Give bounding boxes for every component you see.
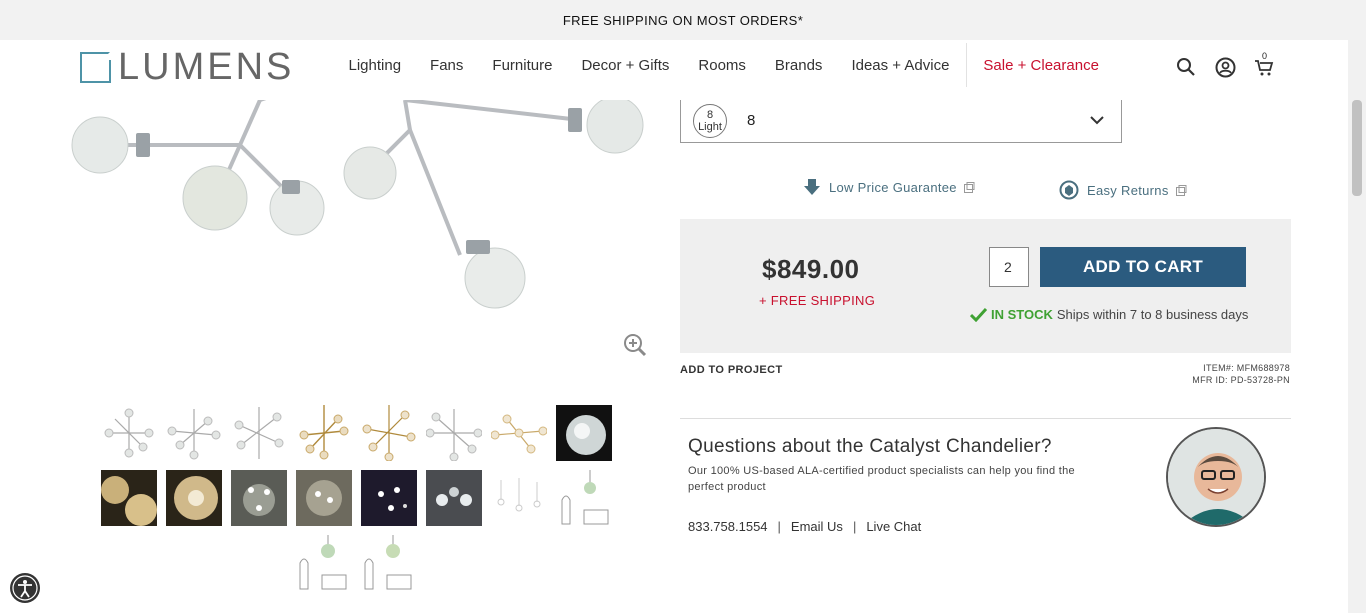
accessibility-button[interactable] xyxy=(10,573,40,603)
thumbnail[interactable] xyxy=(425,405,483,462)
in-stock-label: IN STOCK xyxy=(991,307,1053,322)
lumens-logo[interactable]: LUMENS xyxy=(80,46,295,88)
low-price-label: Low Price Guarantee xyxy=(829,179,957,195)
promo-banner: FREE SHIPPING ON MOST ORDERS* xyxy=(0,0,1366,40)
nav-item-brands[interactable]: Brands xyxy=(775,57,823,74)
nav-item-fans[interactable]: Fans xyxy=(430,57,463,74)
section-divider xyxy=(680,418,1291,419)
contact-separator: | xyxy=(852,519,857,534)
thumbnail[interactable] xyxy=(166,405,222,461)
thumbnail[interactable] xyxy=(361,405,417,462)
user-icon[interactable] xyxy=(1215,57,1236,78)
search-icon[interactable] xyxy=(1176,57,1196,77)
easy-returns-label: Easy Returns xyxy=(1087,182,1169,198)
nav-item-furniture[interactable]: Furniture xyxy=(492,57,552,74)
header-icons: 0 xyxy=(1176,51,1274,78)
nav-item-sale-clearance[interactable]: Sale + Clearance xyxy=(983,57,1099,74)
contact-separator: | xyxy=(777,519,781,534)
nav-item-ideas-advice[interactable]: Ideas + Advice xyxy=(851,57,949,74)
thumbnail[interactable] xyxy=(556,470,612,526)
mfr-id: MFR ID: PD-53728-PN xyxy=(1192,375,1290,385)
chevron-down-icon xyxy=(1089,112,1105,133)
site-header: LUMENS Lighting Fans Furniture Decor + G… xyxy=(0,40,1348,100)
external-link-icon xyxy=(1175,184,1187,196)
zoom-icon[interactable] xyxy=(623,333,647,362)
stock-status: IN STOCK Ships within 7 to 8 business da… xyxy=(970,307,1248,322)
accessibility-icon xyxy=(12,575,38,601)
promo-text: FREE SHIPPING ON MOST ORDERS* xyxy=(562,12,804,28)
phone-link[interactable]: 833.758.1554 xyxy=(688,519,768,534)
live-chat-link[interactable]: Live Chat xyxy=(866,519,921,534)
contact-links: 833.758.1554 | Email Us | Live Chat xyxy=(688,519,921,534)
thumbnail[interactable] xyxy=(296,405,352,461)
thumbnail[interactable] xyxy=(231,470,287,526)
thumbnail[interactable] xyxy=(101,405,157,461)
thumbnail[interactable] xyxy=(361,535,417,591)
item-number: ITEM#: MFM688978 xyxy=(1203,363,1290,373)
light-count-select[interactable]: 8 Light 8 xyxy=(680,100,1122,143)
checkmark-icon xyxy=(970,307,987,322)
thumbnail[interactable] xyxy=(296,470,352,526)
scrollbar-thumb[interactable] xyxy=(1352,100,1362,196)
low-price-guarantee-link[interactable]: Low Price Guarantee xyxy=(803,178,983,196)
main-nav: Lighting Fans Furniture Decor + Gifts Ro… xyxy=(334,40,1113,90)
cart-count: 0 xyxy=(1262,51,1268,61)
email-us-link[interactable]: Email Us xyxy=(791,519,843,534)
add-to-cart-button[interactable]: ADD TO CART xyxy=(1040,247,1246,287)
thumbnail[interactable] xyxy=(296,535,352,591)
questions-text: Our 100% US-based ALA-certified product … xyxy=(688,465,1075,493)
add-to-project-link[interactable]: ADD TO PROJECT xyxy=(680,364,783,376)
quantity-input[interactable]: 2 xyxy=(989,247,1029,287)
select-value: 8 xyxy=(747,112,756,129)
nav-item-rooms[interactable]: Rooms xyxy=(698,57,746,74)
page-scrollbar[interactable] xyxy=(1348,40,1366,613)
thumbnail[interactable] xyxy=(166,470,222,526)
thumbnail[interactable] xyxy=(490,405,548,461)
cart-icon[interactable]: 0 xyxy=(1254,51,1274,77)
product-main-image[interactable] xyxy=(60,100,660,370)
purchase-panel: $849.00 + FREE SHIPPING 2 ADD TO CART IN… xyxy=(680,219,1291,353)
thumbnail[interactable] xyxy=(361,470,417,526)
ships-within-text: Ships within 7 to 8 business days xyxy=(1056,307,1249,322)
thumbnail[interactable] xyxy=(101,470,157,526)
product-price: $849.00 xyxy=(762,254,860,284)
nav-item-lighting[interactable]: Lighting xyxy=(349,57,402,74)
specialist-avatar xyxy=(1166,427,1266,527)
item-identifiers: ITEM#: MFM688978 MFR ID: PD-53728-PN xyxy=(1192,362,1290,386)
price-tag-icon xyxy=(804,179,820,195)
nav-divider xyxy=(965,43,967,87)
questions-title: Questions about the Catalyst Chandelier? xyxy=(688,436,1052,457)
thumbnail[interactable] xyxy=(491,470,547,526)
light-count-badge: 8 Light xyxy=(693,104,727,138)
free-shipping-label: + FREE SHIPPING xyxy=(759,293,876,308)
external-link-icon xyxy=(963,181,975,193)
easy-returns-link[interactable]: Easy Returns xyxy=(1059,180,1195,200)
logo-wordmark: LUMENS xyxy=(118,46,295,88)
thumbnail[interactable] xyxy=(231,405,287,461)
nav-item-decor-gifts[interactable]: Decor + Gifts xyxy=(581,57,669,74)
logo-mark-icon xyxy=(80,51,111,83)
returns-icon xyxy=(1059,180,1079,200)
badge-number: 8 xyxy=(706,109,714,121)
thumbnail[interactable] xyxy=(556,405,612,461)
badge-label: Light xyxy=(698,121,722,133)
thumbnail[interactable] xyxy=(426,470,482,526)
